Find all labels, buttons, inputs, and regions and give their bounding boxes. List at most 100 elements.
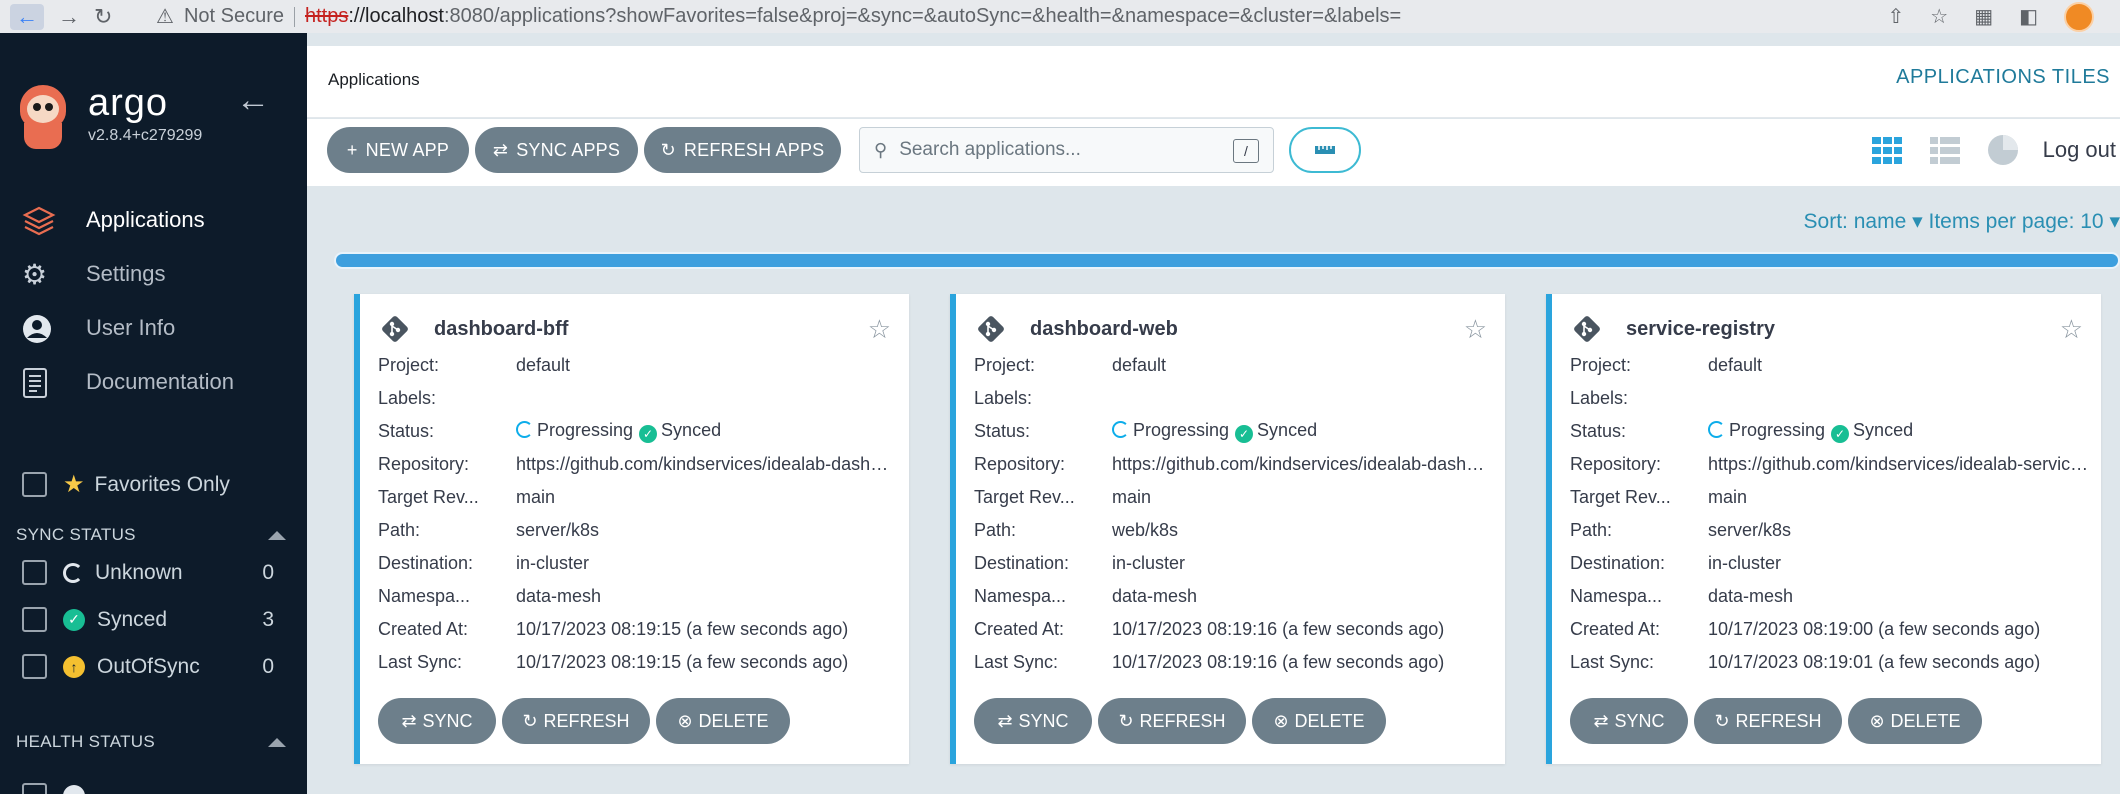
sync-button[interactable]: ⇄ SYNC	[1570, 698, 1688, 744]
app-card-actions: ⇄ SYNC ↻ REFRESH ⊗ DELETE	[378, 698, 790, 744]
delete-button[interactable]: ⊗ DELETE	[1848, 698, 1982, 744]
breadcrumb[interactable]: Applications	[328, 70, 420, 90]
loading-progress-bar	[334, 252, 2120, 269]
detail-row-labels: Labels:	[1570, 382, 2090, 415]
detail-row-project: Project: default	[1570, 349, 2090, 382]
new-app-button[interactable]: + NEW APP	[327, 127, 469, 173]
detail-value: in-cluster	[516, 553, 590, 573]
detail-row-created-at: Created At: 10/17/2023 08:19:15 (a few se…	[378, 613, 898, 646]
sort-controls: Sort: name ▾ Items per page: 10 ▾	[1804, 209, 2120, 234]
app-card-header: dashboard-bff	[380, 314, 568, 344]
filter-health-partial[interactable]	[22, 783, 274, 794]
share-icon[interactable]: ⇧	[1887, 4, 1904, 29]
filter-checkbox[interactable]	[22, 783, 47, 794]
sidebar-item-documentation[interactable]: Documentation	[22, 355, 292, 409]
detail-row-path: Path: web/k8s	[974, 514, 1494, 547]
detail-label: Path:	[974, 520, 1017, 540]
detail-value: 10/17/2023 08:19:00 (a few seconds ago)	[1708, 619, 2041, 639]
list-view-icon[interactable]	[1928, 133, 1962, 167]
section-title: HEALTH STATUS	[16, 732, 155, 751]
filter-unknown[interactable]: Unknown 0	[22, 560, 274, 585]
favorite-star-icon[interactable]: ☆	[1464, 314, 1487, 345]
sidebar-item-user-info[interactable]: User Info	[22, 301, 292, 355]
refresh-icon: ↻	[522, 710, 538, 731]
view-switcher	[1870, 133, 2020, 167]
sync-status-header[interactable]: SYNC STATUS	[16, 525, 286, 545]
detail-row-target-revision: Target Rev... main	[378, 481, 898, 514]
button-label: REFRESH APPS	[683, 139, 825, 160]
sort-dropdown[interactable]: Sort: name ▾	[1804, 210, 1923, 233]
sidebar: argo v2.8.4+c279299 ← Applications ⚙ Set…	[0, 33, 307, 794]
detail-row-repository: Repository: https://github.com/kindservic…	[378, 448, 898, 481]
sync-apps-button[interactable]: ⇄ SYNC APPS	[475, 127, 638, 173]
favorites-checkbox[interactable]	[22, 472, 47, 497]
detail-value: 10/17/2023 08:19:15 (a few seconds ago)	[516, 619, 849, 639]
collapse-triangle-icon[interactable]	[268, 737, 286, 747]
detail-label: Last Sync:	[1570, 652, 1655, 672]
detail-row-last-sync: Last Sync: 10/17/2023 08:19:15 (a few sec…	[378, 646, 898, 679]
filter-synced[interactable]: ✓ Synced 3	[22, 607, 274, 632]
detail-value: 10/17/2023 08:19:16 (a few seconds ago)	[1112, 652, 1445, 672]
app-card[interactable]: dashboard-bff ☆ Project: default Labels: Stat…	[354, 294, 909, 764]
app-name[interactable]: service-registry	[1626, 318, 1775, 341]
filter-count: 0	[262, 654, 274, 678]
pie-chart-view-icon[interactable]	[1986, 133, 2020, 167]
delete-button[interactable]: ⊗ DELETE	[1252, 698, 1386, 744]
detail-label: Status:	[974, 421, 1031, 441]
profile-avatar[interactable]	[2064, 1, 2094, 32]
refresh-button[interactable]: ↻ REFRESH	[1694, 698, 1842, 744]
tiles-view-icon[interactable]	[1870, 133, 1904, 167]
sidebar-item-label: Documentation	[86, 369, 234, 394]
refresh-button[interactable]: ↻ REFRESH	[1098, 698, 1246, 744]
page-title: APPLICATIONS TILES	[1896, 66, 2110, 88]
refresh-icon: ↻	[660, 139, 676, 160]
favorite-star-icon[interactable]: ☆	[2060, 314, 2083, 345]
delete-button[interactable]: ⊗ DELETE	[656, 698, 790, 744]
bookmark-star-icon[interactable]: ☆	[1930, 4, 1948, 29]
filter-label: OutOfSync	[97, 654, 200, 678]
button-label: NEW APP	[365, 139, 450, 160]
filter-out-of-sync[interactable]: ↑ OutOfSync 0	[22, 654, 274, 679]
health-status-header[interactable]: HEALTH STATUS	[16, 732, 286, 752]
collapse-triangle-icon[interactable]	[268, 530, 286, 540]
button-label: SYNC	[1614, 710, 1665, 731]
sync-status-text: Synced	[1853, 420, 1914, 440]
sidebar-item-applications[interactable]: Applications	[22, 193, 292, 247]
filter-label: Unknown	[95, 560, 183, 584]
favorite-star-icon[interactable]: ☆	[868, 314, 891, 345]
sidebar-menu: Applications ⚙ Settings User Info Docume…	[22, 193, 292, 409]
detail-row-namespace: Namespa... data-mesh	[378, 580, 898, 613]
detail-row-target-revision: Target Rev... main	[1570, 481, 2090, 514]
sync-button[interactable]: ⇄ SYNC	[974, 698, 1092, 744]
filter-checkbox[interactable]	[22, 654, 47, 679]
search-placeholder: Search applications...	[899, 139, 1081, 160]
refresh-button[interactable]: ↻ REFRESH	[502, 698, 650, 744]
logo[interactable]: argo v2.8.4+c279299	[14, 83, 202, 151]
button-label: REFRESH	[543, 710, 630, 731]
items-per-page-dropdown[interactable]: Items per page: 10 ▾	[1929, 210, 2120, 233]
filter-ruler-button[interactable]	[1289, 127, 1361, 173]
logout-link[interactable]: Log out	[2043, 137, 2116, 163]
app-name[interactable]: dashboard-bff	[434, 318, 568, 341]
extensions-icon[interactable]: ▦	[1974, 4, 1993, 29]
filter-checkbox[interactable]	[22, 607, 47, 632]
search-input[interactable]: ⚲ Search applications... /	[859, 127, 1274, 173]
back-icon[interactable]: ←	[10, 3, 44, 30]
sidepanel-icon[interactable]: ◧	[2019, 4, 2038, 29]
detail-row-created-at: Created At: 10/17/2023 08:19:00 (a few se…	[1570, 613, 2090, 646]
address-bar[interactable]: ⚠ Not Secure https://localhost:8080/appl…	[108, 0, 1887, 33]
collapse-sidebar-arrow-icon[interactable]: ←	[236, 81, 270, 120]
sync-button[interactable]: ⇄ SYNC	[378, 698, 496, 744]
app-card[interactable]: service-registry ☆ Project: default Labels: S…	[1546, 294, 2101, 764]
refresh-apps-button[interactable]: ↻ REFRESH APPS	[644, 127, 841, 173]
sidebar-item-settings[interactable]: ⚙ Settings	[22, 247, 292, 301]
favorites-filter[interactable]: ★ Favorites Only	[22, 470, 230, 499]
forward-icon[interactable]: →	[58, 4, 80, 30]
filter-checkbox[interactable]	[22, 560, 47, 585]
detail-value: default	[1112, 355, 1167, 375]
button-label: DELETE	[1294, 710, 1365, 731]
filter-count: 0	[262, 560, 274, 584]
app-card[interactable]: dashboard-web ☆ Project: default Labels: Stat…	[950, 294, 1505, 764]
detail-row-destination: Destination: in-cluster	[974, 547, 1494, 580]
app-name[interactable]: dashboard-web	[1030, 318, 1178, 341]
